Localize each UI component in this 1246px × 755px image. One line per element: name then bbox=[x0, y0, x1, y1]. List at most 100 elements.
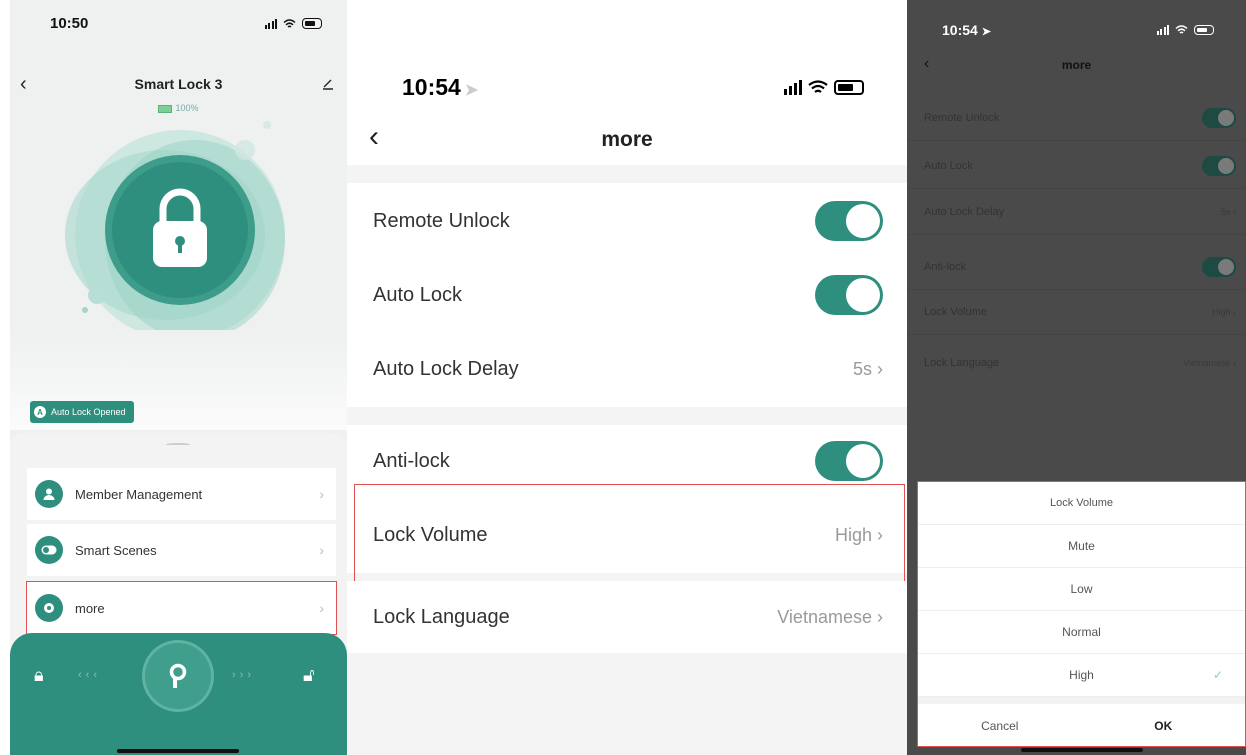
anti-lock-toggle[interactable] bbox=[815, 441, 883, 481]
person-icon bbox=[35, 480, 63, 508]
member-management-item[interactable]: Member Management › bbox=[27, 468, 336, 520]
option-high[interactable]: High ✓ bbox=[918, 654, 1245, 697]
auto-lock-toggle[interactable] bbox=[1202, 156, 1236, 176]
row-label: Auto Lock bbox=[373, 283, 462, 306]
signal-icon bbox=[1156, 25, 1169, 35]
lock-volume-picker-screen: 10:54 ➤ ‹ more Remote Unlock Auto Lock A… bbox=[907, 0, 1246, 755]
row-value-text: 5s bbox=[1220, 207, 1231, 217]
picker-actions: Cancel OK bbox=[918, 704, 1245, 748]
menu-label: Member Management bbox=[75, 486, 203, 502]
row-value-text: 5s bbox=[852, 358, 872, 379]
row-value: 5s › bbox=[1221, 207, 1236, 217]
signal-icon bbox=[264, 18, 277, 29]
option-low[interactable]: Low bbox=[918, 568, 1245, 611]
auto-lock-delay-row[interactable]: Auto Lock Delay 5s › bbox=[347, 331, 907, 407]
page-title: more bbox=[601, 128, 653, 151]
status-bar: 10:54 ➤ bbox=[402, 74, 864, 101]
row-label: Auto Lock Delay bbox=[373, 357, 519, 380]
lock-volume-row[interactable]: Lock Volume High › bbox=[907, 290, 1246, 335]
more-item[interactable]: more › bbox=[26, 581, 337, 635]
status-icons bbox=[1156, 25, 1214, 35]
chevron-right-icon: › bbox=[877, 358, 883, 379]
remote-unlock-row: Remote Unlock bbox=[347, 183, 907, 259]
status-icons bbox=[783, 80, 864, 95]
home-indicator bbox=[1021, 748, 1143, 752]
auto-lock-badge: A Auto Lock Opened bbox=[30, 401, 134, 423]
smart-scenes-item[interactable]: Smart Scenes › bbox=[27, 524, 336, 576]
row-value: 5s › bbox=[853, 359, 883, 380]
key-slider-button[interactable] bbox=[145, 643, 211, 709]
anti-lock-toggle[interactable] bbox=[1202, 257, 1236, 277]
wifi-icon bbox=[808, 80, 828, 93]
row-label: Lock Volume bbox=[924, 306, 987, 318]
header: ‹ Smart Lock 3 bbox=[10, 74, 347, 98]
cancel-button[interactable]: Cancel bbox=[918, 719, 1082, 733]
chevron-right-icon: › bbox=[877, 606, 883, 627]
picker-separator bbox=[918, 697, 1245, 704]
row-label: Remote Unlock bbox=[924, 112, 1000, 124]
lock-illustration bbox=[65, 121, 285, 340]
anti-lock-row: Anti-lock bbox=[907, 245, 1246, 290]
auto-lock-toggle[interactable] bbox=[815, 275, 883, 315]
status-time-group: 10:54 ➤ bbox=[942, 22, 991, 38]
row-label: Auto Lock Delay bbox=[924, 206, 1005, 218]
auto-lock-row: Auto Lock bbox=[347, 259, 907, 331]
row-label: Auto Lock bbox=[924, 160, 973, 172]
chevron-right-icon: › bbox=[319, 600, 324, 616]
row-value-text: Vietnamese bbox=[777, 606, 872, 627]
location-icon: ➤ bbox=[464, 82, 479, 99]
lock-language-row[interactable]: Lock Language Vietnamese › bbox=[907, 340, 1246, 385]
auto-lock-icon: A bbox=[34, 406, 46, 418]
remote-unlock-row: Remote Unlock bbox=[907, 96, 1246, 141]
page-title: Smart Lock 3 bbox=[134, 76, 223, 92]
row-label: Remote Unlock bbox=[373, 209, 510, 232]
row-label: Anti-lock bbox=[924, 261, 967, 273]
menu-label: Smart Scenes bbox=[75, 542, 157, 558]
auto-lock-delay-row[interactable]: Auto Lock Delay 5s › bbox=[907, 190, 1246, 235]
lock-closed-icon: 🔒︎ bbox=[34, 665, 44, 685]
row-value: High › bbox=[1212, 307, 1236, 317]
ok-button[interactable]: OK bbox=[1082, 719, 1246, 733]
home-indicator bbox=[117, 749, 239, 753]
row-label: Anti-lock bbox=[373, 449, 450, 472]
gear-icon bbox=[35, 594, 63, 622]
status-time: 10:50 bbox=[50, 15, 89, 32]
key-icon bbox=[169, 663, 187, 688]
battery-icon bbox=[302, 18, 322, 29]
signal-icon bbox=[783, 80, 802, 95]
edit-icon[interactable] bbox=[321, 76, 335, 90]
option-mute[interactable]: Mute bbox=[918, 525, 1245, 568]
option-label: High bbox=[1069, 668, 1094, 682]
chevron-right-icon: › bbox=[1233, 307, 1236, 317]
status-icons bbox=[264, 18, 322, 29]
page-title: more bbox=[1061, 58, 1092, 72]
toggle-icon bbox=[35, 536, 63, 564]
row-value: Vietnamese › bbox=[1183, 358, 1236, 368]
battery-icon bbox=[834, 80, 864, 95]
header: ‹ more bbox=[347, 118, 907, 162]
left-arrows-icon: ‹‹‹ bbox=[78, 669, 101, 681]
location-icon: ➤ bbox=[981, 26, 991, 38]
battery-icon bbox=[1194, 25, 1214, 35]
sheet-handle[interactable] bbox=[166, 443, 190, 446]
auto-lock-row: Auto Lock bbox=[907, 144, 1246, 189]
remote-unlock-toggle[interactable] bbox=[1202, 108, 1236, 128]
lock-language-row[interactable]: Lock Language Vietnamese › bbox=[347, 581, 907, 653]
row-label: Lock Language bbox=[373, 605, 510, 628]
wifi-icon bbox=[283, 18, 296, 28]
lock-volume-picker: Lock Volume Mute Low Normal High ✓ Cance… bbox=[917, 481, 1246, 747]
row-value-text: Vietnamese bbox=[1183, 357, 1231, 368]
chevron-right-icon: › bbox=[319, 486, 324, 502]
remote-unlock-toggle[interactable] bbox=[815, 201, 883, 241]
status-time-group: 10:54 ➤ bbox=[402, 74, 478, 101]
lock-open-icon: 🔓︎ bbox=[303, 665, 315, 685]
row-value-text: High bbox=[1211, 307, 1231, 317]
status-bar: 10:50 bbox=[50, 15, 322, 32]
more-settings-screen: 10:54 ➤ ‹ more Remote Unlock Auto Lock Au… bbox=[347, 0, 907, 755]
status-bar: 10:54 ➤ bbox=[942, 22, 1214, 38]
chevron-right-icon: › bbox=[319, 542, 324, 558]
picker-title: Lock Volume bbox=[1050, 497, 1113, 509]
picker-header: Lock Volume bbox=[918, 482, 1245, 525]
option-normal[interactable]: Normal bbox=[918, 611, 1245, 654]
row-label: Lock Language bbox=[924, 356, 1000, 369]
